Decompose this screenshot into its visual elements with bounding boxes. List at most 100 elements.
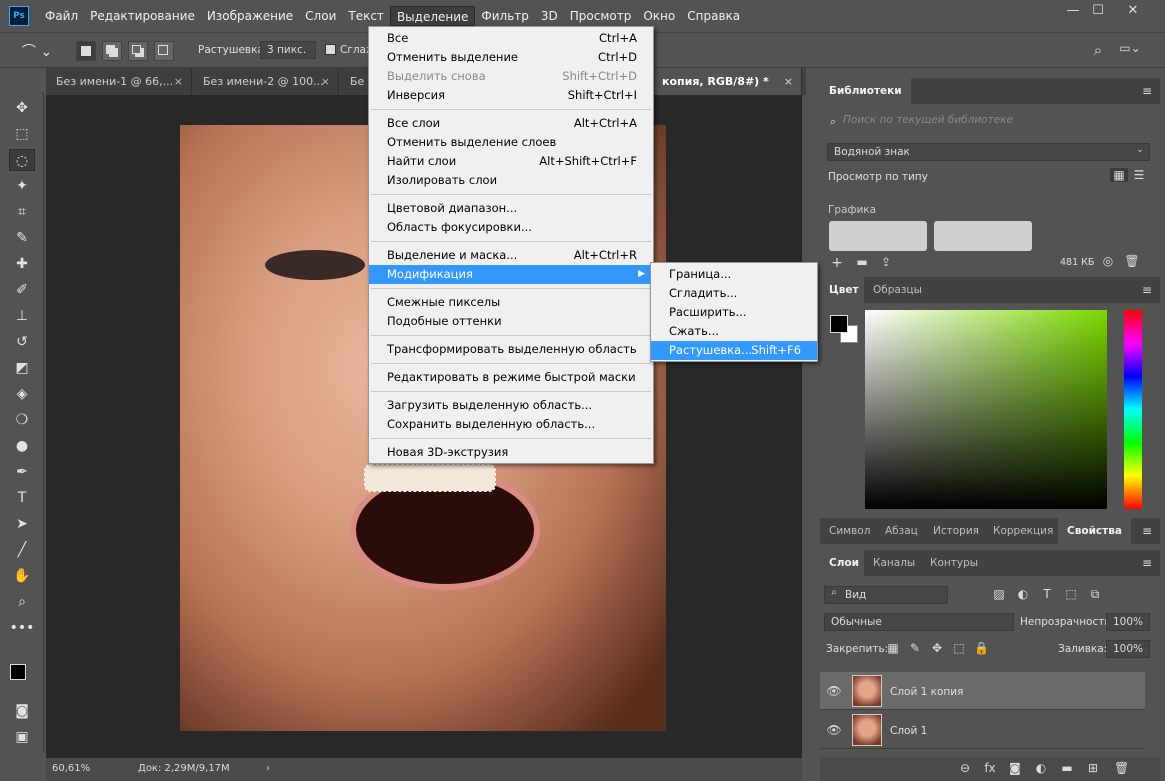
path-selection-tool-icon[interactable]: ➤ (9, 513, 35, 535)
search-icon[interactable]: ⌕ (1088, 41, 1108, 59)
select-menu-item[interactable]: Выделить снова Shift+Ctrl+D (369, 67, 653, 86)
select-menu-item[interactable]: Найти слои Alt+Shift+Ctrl+F (369, 152, 653, 171)
select-menu-item[interactable]: Все слои Alt+Ctrl+A (369, 114, 653, 133)
panel-menu-icon[interactable]: ≡ (1140, 84, 1154, 98)
crop-tool-icon[interactable]: ⌗ (9, 201, 35, 223)
tab-doc-1[interactable]: Без имени-1 @ 66,... × (46, 68, 192, 95)
close-tab-icon[interactable]: × (321, 68, 330, 95)
intersect-selection-icon[interactable] (154, 41, 174, 61)
modify-menu-item[interactable]: Граница... (651, 265, 817, 284)
tab-paths[interactable]: Контуры (921, 550, 988, 576)
tab-doc-2[interactable]: Без имени-2 @ 100... × (193, 68, 339, 95)
tab-color[interactable]: Цвет (820, 277, 868, 303)
healing-tool-icon[interactable]: ✚ (9, 253, 35, 275)
select-menu-item[interactable]: Инверсия Shift+Ctrl+I (369, 86, 653, 105)
line-tool-icon[interactable]: ╱ (9, 539, 35, 561)
select-menu-item[interactable]: Сохранить выделенную область... (369, 415, 653, 434)
zoom-tool-icon[interactable]: ⌕ (9, 591, 35, 613)
add-icon[interactable]: + (830, 255, 844, 271)
magic-wand-tool-icon[interactable]: ✦ (9, 175, 35, 197)
menu-3[interactable]: Слои (299, 6, 342, 26)
new-layer-icon[interactable]: ⊞ (1086, 761, 1100, 775)
close-tab-icon[interactable]: × (784, 68, 793, 95)
view-by-type[interactable]: Просмотр по типу (828, 171, 928, 183)
hue-slider[interactable] (1124, 310, 1142, 509)
new-adjustment-icon[interactable]: ◐ (1034, 761, 1048, 775)
add-mask-icon[interactable]: ◙ (1008, 761, 1022, 775)
tab-properties[interactable]: Свойства (1058, 518, 1131, 544)
quick-mask-icon[interactable]: ◙ (9, 700, 35, 722)
tab-doc-active[interactable]: копия, RGB/8#) * × (652, 68, 802, 95)
history-brush-tool-icon[interactable]: ↺ (9, 331, 35, 353)
modify-menu-item[interactable]: Сжать... (651, 322, 817, 341)
tab-layers[interactable]: Слои (820, 550, 868, 576)
lasso-tool-icon[interactable]: ◌ (9, 149, 35, 171)
menu-2[interactable]: Изображение (201, 6, 299, 26)
menu-8[interactable]: Просмотр (564, 6, 638, 26)
blend-mode-select[interactable]: Обычные (824, 613, 1014, 631)
library-search-input[interactable]: Поиск по текущей библиотеке (827, 112, 1150, 132)
tab-swatches[interactable]: Образцы (864, 277, 931, 303)
fx-icon[interactable]: fx (982, 761, 998, 775)
tab-paragraph[interactable]: Абзац (876, 518, 927, 544)
select-menu-item[interactable]: Загрузить выделенную область... (369, 396, 653, 415)
foreground-color-swatch[interactable] (10, 664, 26, 680)
subtract-selection-icon[interactable] (128, 41, 148, 61)
lock-brush-icon[interactable]: ✎ (908, 641, 922, 655)
select-menu-item[interactable]: Модификация ▶ (369, 265, 653, 284)
filter-shape-icon[interactable]: ⬚ (1064, 587, 1078, 601)
list-view-icon[interactable]: ☰ (1130, 168, 1148, 182)
select-menu-item[interactable]: Подобные оттенки (369, 312, 653, 331)
gradient-tool-icon[interactable]: ◈ (9, 383, 35, 405)
tab-channels[interactable]: Каналы (864, 550, 925, 576)
menu-7[interactable]: 3D (535, 6, 564, 26)
type-tool-icon[interactable]: T (9, 487, 35, 509)
maximize-icon[interactable]: ☐ (1080, 0, 1116, 22)
graphics-section-title[interactable]: Графика (828, 204, 876, 216)
panel-menu-icon[interactable]: ≡ (1140, 556, 1154, 570)
modify-menu-item[interactable]: Сгладить... (651, 284, 817, 303)
layer-name[interactable]: Слой 1 копия (890, 686, 963, 698)
antialias-checkbox[interactable] (325, 44, 336, 55)
foreground-color-swatch[interactable] (830, 315, 848, 333)
add-selection-icon[interactable] (102, 41, 122, 61)
eye-icon[interactable]: 👁 (826, 723, 842, 737)
trash-icon[interactable]: 🗑 (1124, 254, 1140, 268)
filter-type-icon[interactable]: T (1040, 587, 1054, 601)
stamp-tool-icon[interactable]: ⊥ (9, 305, 35, 327)
menu-6[interactable]: Фильтр (475, 6, 534, 26)
menu-5[interactable]: Выделение (389, 6, 476, 26)
filter-image-icon[interactable]: ▨ (992, 587, 1006, 601)
brush-tool-icon[interactable]: ✐ (9, 279, 35, 301)
lock-move-icon[interactable]: ✥ (930, 641, 944, 655)
hand-tool-icon[interactable]: ✋ (9, 565, 35, 587)
select-menu-item[interactable]: Смежные пикселы (369, 293, 653, 312)
menu-9[interactable]: Окно (637, 6, 681, 26)
fill-input[interactable]: 100% (1106, 640, 1150, 658)
more-tools-icon[interactable]: ••• (9, 617, 35, 639)
close-tab-icon[interactable]: × (174, 68, 183, 95)
dodge-tool-icon[interactable]: ● (9, 435, 35, 457)
blur-tool-icon[interactable]: ❍ (9, 409, 35, 431)
grid-view-icon[interactable]: ▦ (1110, 168, 1128, 182)
eyedropper-tool-icon[interactable]: ✎ (9, 227, 35, 249)
select-menu-item[interactable]: Отменить выделение Ctrl+D (369, 48, 653, 67)
lock-pixels-icon[interactable]: ▦ (886, 641, 900, 655)
layer-row[interactable]: 👁 Слой 1 копия (820, 672, 1145, 710)
lock-artboard-icon[interactable]: ⬚ (952, 641, 966, 655)
layer-filter-select[interactable]: Вид (824, 586, 948, 604)
layer-row[interactable]: 👁 Слой 1 (820, 711, 1145, 749)
menu-10[interactable]: Справка (681, 6, 746, 26)
sync-icon[interactable]: ◎ (1100, 254, 1116, 268)
filter-adjustment-icon[interactable]: ◐ (1016, 587, 1030, 601)
opacity-input[interactable]: 100% (1106, 613, 1150, 631)
eye-icon[interactable]: 👁 (826, 684, 842, 698)
tab-history[interactable]: История (924, 518, 988, 544)
select-menu-item[interactable]: Выделение и маска... Alt+Ctrl+R (369, 246, 653, 265)
close-window-icon[interactable]: ✕ (1115, 0, 1151, 22)
menu-0[interactable]: Файл (39, 6, 84, 26)
select-menu-item[interactable]: Редактировать в режиме быстрой маски (369, 368, 653, 387)
color-picker-field[interactable] (865, 310, 1107, 509)
upload-icon[interactable]: ⇪ (878, 255, 894, 269)
library-item-thumb[interactable] (829, 221, 927, 251)
